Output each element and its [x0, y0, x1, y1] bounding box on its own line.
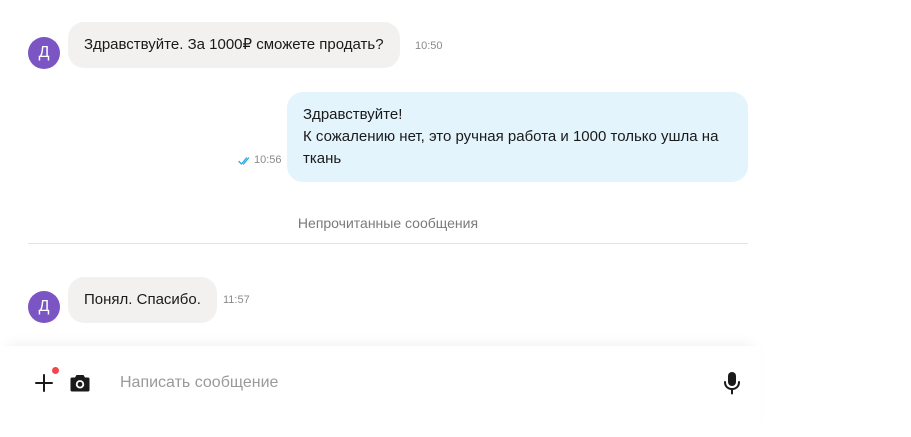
- message-bubble: Здравствуйте. За 1000₽ сможете продать?: [68, 22, 400, 68]
- camera-icon[interactable]: [69, 373, 91, 398]
- message-bubble: Понял. Спасибо.: [68, 277, 217, 323]
- avatar[interactable]: Д: [28, 37, 60, 69]
- notification-dot: [52, 367, 59, 374]
- message-text-line: Здравствуйте!: [303, 106, 403, 123]
- divider: [28, 243, 748, 244]
- message-time: 10:50: [415, 40, 443, 52]
- avatar[interactable]: Д: [28, 291, 60, 323]
- message-text-line: К сожалению нет, это ручная работа и 100…: [303, 128, 719, 145]
- unread-divider-label: Непрочитанные сообщения: [297, 215, 479, 231]
- plus-icon[interactable]: [34, 373, 54, 398]
- double-check-icon: [238, 153, 252, 171]
- message-bubble: Здравствуйте! К сожалению нет, это ручна…: [287, 92, 748, 182]
- message-time: 11:57: [223, 294, 250, 306]
- message-input[interactable]: [120, 373, 680, 393]
- message-text-line: ткань: [303, 150, 342, 167]
- microphone-icon[interactable]: [723, 371, 741, 400]
- message-time: 10:56: [254, 154, 282, 166]
- message-text: Здравствуйте. За 1000₽ сможете продать?: [84, 36, 384, 53]
- message-text: Понял. Спасибо.: [84, 291, 201, 308]
